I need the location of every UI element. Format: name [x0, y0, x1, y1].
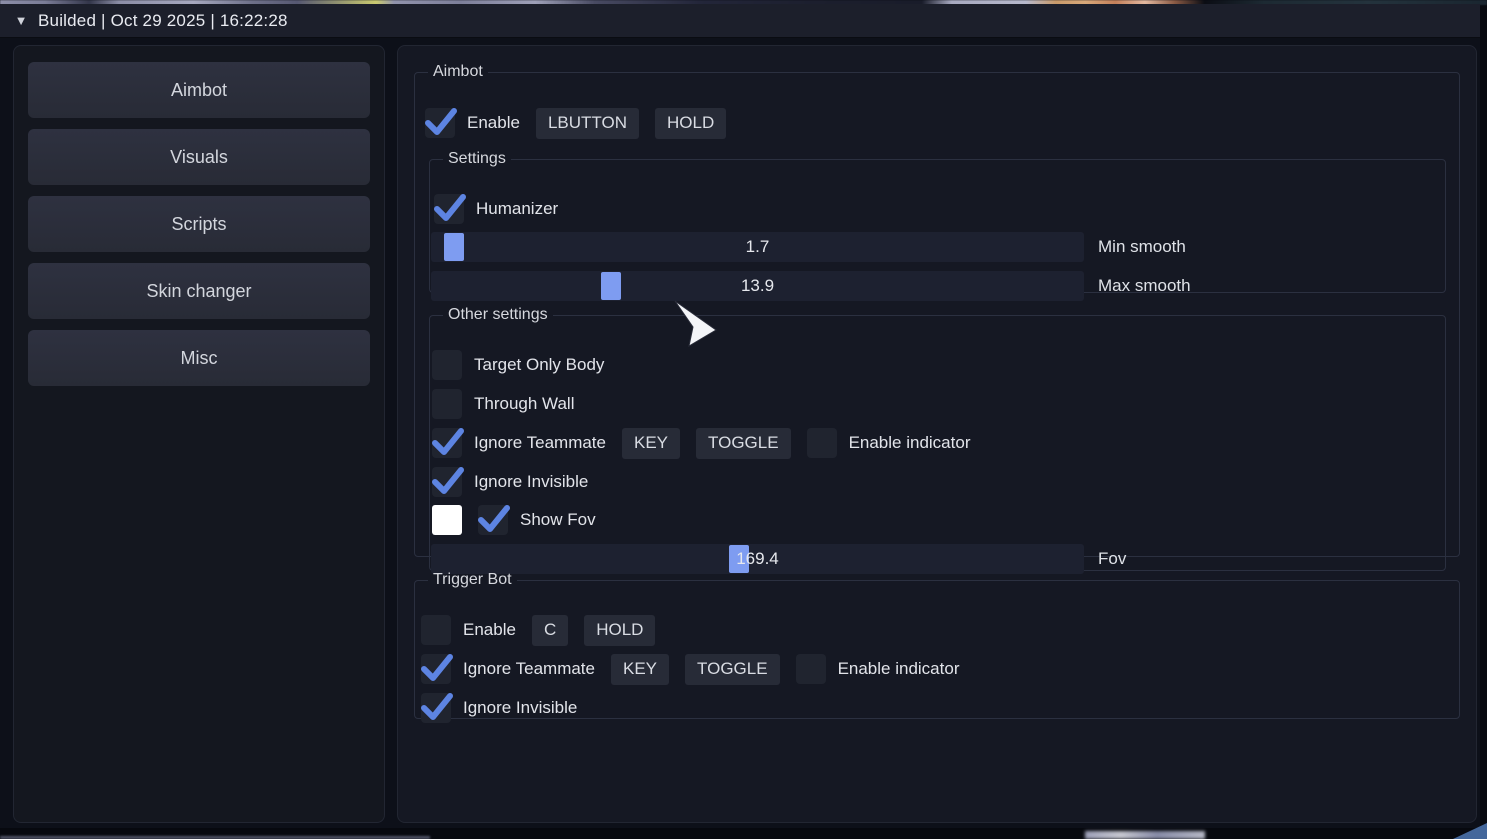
main-panel: Aimbot Enable LBUTTON HOLD Settings Huma…	[397, 45, 1477, 823]
check-icon	[418, 691, 456, 723]
target-only-body-row: Target Only Body	[432, 350, 604, 380]
show-fov-label: Show Fov	[520, 510, 596, 530]
aimbot-ignore-teammate-keymode-button[interactable]: TOGGLE	[696, 428, 791, 459]
trigger-ignore-invisible-label: Ignore Invisible	[463, 698, 577, 718]
aimbot-keymode-button[interactable]: HOLD	[655, 108, 726, 139]
check-icon	[422, 106, 460, 138]
aimbot-ignore-invisible-label: Ignore Invisible	[474, 472, 588, 492]
game-background-triangle	[1453, 823, 1487, 839]
sidebar-item-visuals[interactable]: Visuals	[28, 129, 370, 185]
max-smooth-slider[interactable]: 13.9	[431, 271, 1084, 301]
fov-slider[interactable]: 169.4	[431, 544, 1084, 574]
trigger-enable-label: Enable	[463, 620, 516, 640]
game-background-glow	[1085, 831, 1205, 839]
target-only-body-label: Target Only Body	[474, 355, 604, 375]
max-smooth-label: Max smooth	[1098, 276, 1191, 296]
fov-label: Fov	[1098, 549, 1126, 569]
max-smooth-value: 13.9	[431, 271, 1084, 301]
show-fov-checkbox[interactable]	[478, 505, 508, 535]
fov-color-swatch[interactable]	[432, 505, 462, 535]
settings-group: Settings Humanizer 1.7 Min smooth 13.9	[429, 150, 1446, 293]
min-smooth-value: 1.7	[431, 232, 1084, 262]
aimbot-group-title: Aimbot	[428, 63, 488, 81]
check-icon	[429, 465, 467, 497]
trigger-ignore-invisible-checkbox[interactable]	[421, 693, 451, 723]
trigger-keybind-button[interactable]: C	[532, 615, 568, 646]
aimbot-enable-label: Enable	[467, 113, 520, 133]
min-smooth-slider[interactable]: 1.7	[431, 232, 1084, 262]
aimbot-enable-indicator-label: Enable indicator	[849, 433, 971, 453]
sidebar-item-skin-changer[interactable]: Skin changer	[28, 263, 370, 319]
trigger-ignore-teammate-row: Ignore Teammate KEY TOGGLE Enable indica…	[421, 654, 959, 684]
target-only-body-checkbox[interactable]	[432, 350, 462, 380]
trigger-enable-checkbox[interactable]	[421, 615, 451, 645]
aimbot-keybind-button[interactable]: LBUTTON	[536, 108, 639, 139]
aimbot-ignore-teammate-label: Ignore Teammate	[474, 433, 606, 453]
trigger-enable-indicator-label: Enable indicator	[838, 659, 960, 679]
fov-value: 169.4	[431, 544, 1084, 574]
aimbot-ignore-teammate-keybind-button[interactable]: KEY	[622, 428, 680, 459]
humanizer-checkbox[interactable]	[434, 194, 464, 224]
humanizer-label: Humanizer	[476, 199, 558, 219]
collapse-triangle-icon[interactable]: ▼	[4, 13, 38, 28]
sidebar: Aimbot Visuals Scripts Skin changer Misc	[13, 45, 385, 823]
max-smooth-row: 13.9 Max smooth	[431, 271, 1191, 301]
trigger-bot-group: Trigger Bot Enable C HOLD Ignore Teammat…	[414, 571, 1460, 719]
trigger-ignore-teammate-checkbox[interactable]	[421, 654, 451, 684]
aimbot-ignore-invisible-checkbox[interactable]	[432, 467, 462, 497]
through-wall-label: Through Wall	[474, 394, 574, 414]
min-smooth-row: 1.7 Min smooth	[431, 232, 1186, 262]
trigger-bot-group-title: Trigger Bot	[428, 571, 517, 589]
aimbot-ignore-invisible-row: Ignore Invisible	[432, 467, 588, 497]
show-fov-row: Show Fov	[432, 505, 596, 535]
aimbot-enable-indicator-checkbox[interactable]	[807, 428, 837, 458]
trigger-ignore-teammate-keymode-button[interactable]: TOGGLE	[685, 654, 780, 685]
settings-group-title: Settings	[443, 150, 511, 168]
other-settings-group: Other settings Target Only Body Through …	[429, 306, 1446, 571]
trigger-enable-row: Enable C HOLD	[421, 615, 655, 645]
aimbot-ignore-teammate-checkbox[interactable]	[432, 428, 462, 458]
other-settings-group-title: Other settings	[443, 306, 553, 324]
trigger-ignore-teammate-keybind-button[interactable]: KEY	[611, 654, 669, 685]
humanizer-row: Humanizer	[434, 194, 558, 224]
trigger-ignore-teammate-label: Ignore Teammate	[463, 659, 595, 679]
sidebar-item-scripts[interactable]: Scripts	[28, 196, 370, 252]
window-title: Builded | Oct 29 2025 | 16:22:28	[38, 11, 288, 31]
trigger-ignore-invisible-row: Ignore Invisible	[421, 693, 577, 723]
aimbot-enable-checkbox[interactable]	[425, 108, 455, 138]
check-icon	[418, 652, 456, 684]
aimbot-enable-row: Enable LBUTTON HOLD	[425, 108, 726, 138]
fov-slider-row: 169.4 Fov	[431, 544, 1126, 574]
aimbot-group: Aimbot Enable LBUTTON HOLD Settings Huma…	[414, 63, 1460, 557]
sidebar-item-misc[interactable]: Misc	[28, 330, 370, 386]
trigger-enable-indicator-checkbox[interactable]	[796, 654, 826, 684]
titlebar: ▼ Builded | Oct 29 2025 | 16:22:28	[0, 4, 1480, 37]
through-wall-checkbox[interactable]	[432, 389, 462, 419]
check-icon	[431, 192, 469, 224]
aimbot-ignore-teammate-row: Ignore Teammate KEY TOGGLE Enable indica…	[432, 428, 970, 458]
through-wall-row: Through Wall	[432, 389, 574, 419]
sidebar-item-aimbot[interactable]: Aimbot	[28, 62, 370, 118]
trigger-keymode-button[interactable]: HOLD	[584, 615, 655, 646]
check-icon	[475, 503, 513, 535]
check-icon	[429, 426, 467, 458]
min-smooth-label: Min smooth	[1098, 237, 1186, 257]
